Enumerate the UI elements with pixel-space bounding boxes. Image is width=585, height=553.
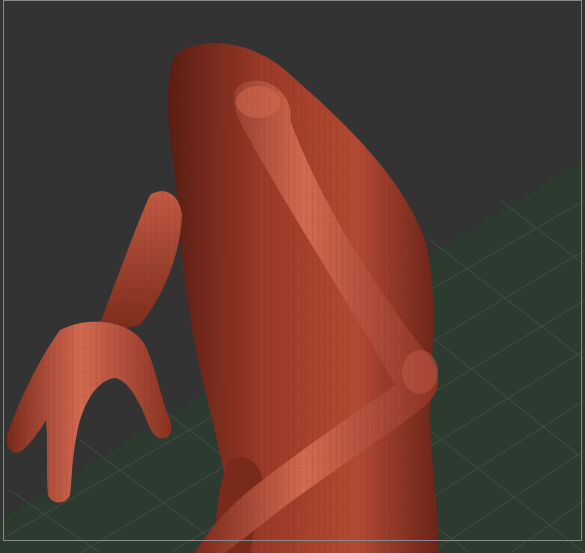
viewport-canvas[interactable]: [0, 0, 585, 553]
left-arm-mesh: [95, 191, 182, 335]
3d-viewport[interactable]: [0, 0, 585, 553]
